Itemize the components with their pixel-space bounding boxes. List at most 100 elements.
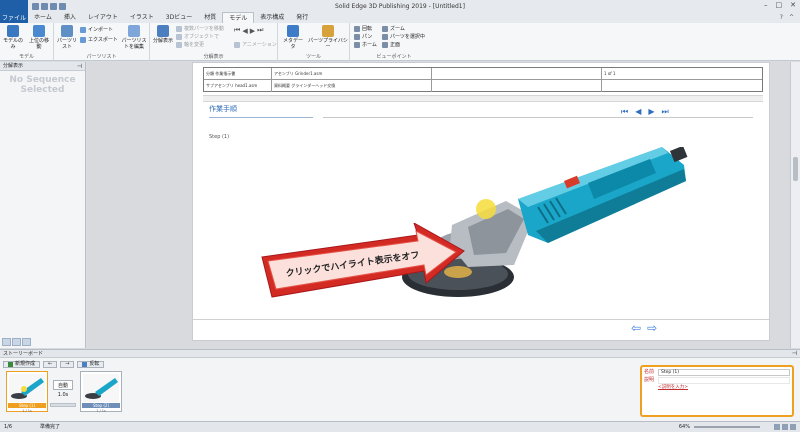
pin-icon[interactable]: ⊣ [77, 62, 82, 71]
by-object-button[interactable]: オブジェクトで [176, 33, 219, 40]
group-label-exploded: 分解表示 [203, 54, 224, 60]
maximize-icon[interactable]: □ [776, 1, 783, 9]
animation-button[interactable]: アニメーション [234, 41, 277, 48]
name-row: 名前 Step (1) [642, 369, 792, 376]
export-button[interactable]: エクスポート [80, 36, 118, 43]
first-frame-icon[interactable]: ⏮ [234, 26, 240, 35]
vertical-scrollbar[interactable] [790, 62, 800, 348]
scroll-thumb[interactable] [793, 157, 798, 181]
storyboard-frame-1[interactable]: Step (1) 1 / 1s [6, 371, 48, 413]
desc-label: 説明 [644, 377, 655, 383]
panel-header: 分解表示 ⊣ [0, 62, 85, 71]
group-tools: メタデータ パーツプライバシー ツール [278, 23, 350, 61]
import-button[interactable]: インポート [80, 26, 113, 33]
step-label: Step (1) [209, 134, 230, 140]
prev-icon[interactable]: ◀ [635, 107, 641, 117]
change-axis-button[interactable]: 軸を変更 [176, 41, 204, 48]
frame-thumbnail [9, 374, 45, 402]
first-icon[interactable]: ⏮ [621, 107, 628, 117]
move-up-button[interactable]: 上位の移動 [28, 25, 50, 50]
name-label: 名前 [644, 369, 655, 375]
document-page[interactable]: 分類 作業指示書 アセンブリ Grinder1.asm 1 of 1 サブアセン… [192, 62, 770, 341]
metadata-button[interactable]: メタデータ [282, 25, 304, 50]
status-text: 準備完了 [40, 424, 61, 430]
home-icon [354, 41, 360, 48]
tab-display[interactable]: 表示構成 [254, 12, 290, 23]
tab-illustration[interactable]: イラスト [124, 12, 160, 23]
tab-model[interactable]: モデル [222, 12, 255, 23]
transition-duration[interactable]: 1.0s [53, 392, 73, 398]
axis-icon [176, 41, 182, 48]
tab-layout[interactable]: レイアウト [82, 12, 124, 23]
new-step-button[interactable]: 新規作成 [3, 361, 41, 368]
group-model: モデルのみ 上位の移動 モデル [0, 23, 54, 61]
group-label-tools: ツール [305, 54, 321, 60]
export-icon [80, 36, 86, 43]
group-label-model: モデル [18, 54, 34, 60]
page-back-icon[interactable]: ⇦ [631, 321, 641, 335]
panel-tab-tree-icon[interactable] [12, 338, 21, 346]
zoom-in-icon[interactable] [782, 424, 788, 430]
pan-button[interactable]: パン [354, 33, 372, 40]
title-underline [209, 117, 313, 118]
highlight-marker[interactable] [476, 199, 496, 219]
ribbon-collapse-icon[interactable]: ^ [789, 14, 794, 21]
tab-material[interactable]: 材質 [198, 12, 222, 23]
exploded-view-button[interactable]: 分解表示 [152, 25, 174, 44]
parts-list-button[interactable]: パーツリスト [56, 25, 78, 50]
move-parts-button[interactable]: 複数パーツを移動 [176, 25, 224, 32]
minimize-icon[interactable]: – [764, 1, 768, 9]
tab-publish[interactable]: 発行 [290, 12, 314, 23]
document-canvas[interactable]: 分類 作業指示書 アセンブリ Grinder1.asm 1 of 1 サブアセン… [87, 62, 790, 348]
tab-home[interactable]: ホーム [28, 12, 58, 23]
header-table: 分類 作業指示書 アセンブリ Grinder1.asm 1 of 1 サブアセン… [203, 67, 763, 92]
step-properties: 名前 Step (1) 説明 <説明を入力> [640, 365, 794, 417]
front-view-button[interactable]: 正面 [382, 41, 400, 48]
step-left-button[interactable]: ← [43, 361, 58, 368]
zoom-out-icon[interactable] [790, 424, 796, 430]
description-field[interactable]: <説明を入力> [658, 384, 688, 390]
last-icon[interactable]: ⏭ [662, 107, 669, 117]
panel-tab-layer-icon[interactable] [22, 338, 31, 346]
reverse-button[interactable]: 反転 [77, 361, 105, 368]
zoom-button[interactable]: ズーム [382, 25, 405, 32]
step-right-button[interactable]: → [60, 361, 75, 368]
title-bar: Solid Edge 3D Publishing 2019 - [Untitle… [0, 0, 800, 12]
page-forward-icon[interactable]: ⇨ [647, 321, 657, 335]
ribbon-tabs: ファイル ホーム 挿入 レイアウト イラスト 3Dビュー 材質 モデル 表示構成… [0, 12, 800, 23]
help-icon[interactable]: ? [780, 14, 783, 21]
tab-insert[interactable]: 挿入 [58, 12, 82, 23]
transition-bar[interactable] [50, 403, 76, 407]
auto-transition[interactable]: 自動 [53, 380, 73, 390]
edit-parts-list-button[interactable]: パーツリストを編集 [120, 25, 148, 50]
group-label-viewpoint: ビューポイント [376, 54, 412, 60]
animation-nav[interactable]: ⏮ ◀ ▶ ⏭ [234, 26, 263, 35]
select-parts-button[interactable]: パーツを選択中 [382, 33, 425, 40]
reverse-icon [82, 362, 88, 367]
group-partslist: パーツリスト インポート エクスポート パーツリストを編集 パーツリスト [54, 23, 150, 61]
tab-3dview[interactable]: 3Dビュー [160, 12, 198, 23]
last-frame-icon[interactable]: ⏭ [257, 26, 263, 35]
zoom-slider[interactable] [694, 426, 760, 428]
next-frame-icon[interactable]: ▶ [250, 27, 255, 35]
header-cell: サブアセンブリ head1.asm [204, 80, 272, 92]
parts-privacy-button[interactable]: パーツプライバシー [308, 25, 348, 50]
frame-label: Step (2) [82, 403, 120, 408]
panel-tab-list-icon[interactable] [2, 338, 11, 346]
metadata-icon [287, 25, 299, 37]
storyboard-frame-2[interactable]: Step (2) 1 / 1s [80, 371, 122, 413]
fit-icon[interactable] [774, 424, 780, 430]
next-icon[interactable]: ▶ [648, 107, 654, 117]
parts-list-icon [61, 25, 73, 37]
name-field[interactable]: Step (1) [658, 369, 790, 376]
header-cell [432, 80, 602, 92]
model-only-button[interactable]: モデルのみ [2, 25, 24, 50]
prev-frame-icon[interactable]: ◀ [242, 27, 247, 35]
rotate-button[interactable]: 回転 [354, 25, 372, 32]
home-button[interactable]: ホーム [354, 41, 377, 48]
tab-file[interactable]: ファイル [0, 12, 28, 23]
model-icon [7, 25, 19, 37]
pin-icon[interactable]: ⊣ [792, 350, 797, 358]
close-icon[interactable]: ✕ [790, 1, 796, 9]
edit-list-icon [128, 25, 140, 37]
